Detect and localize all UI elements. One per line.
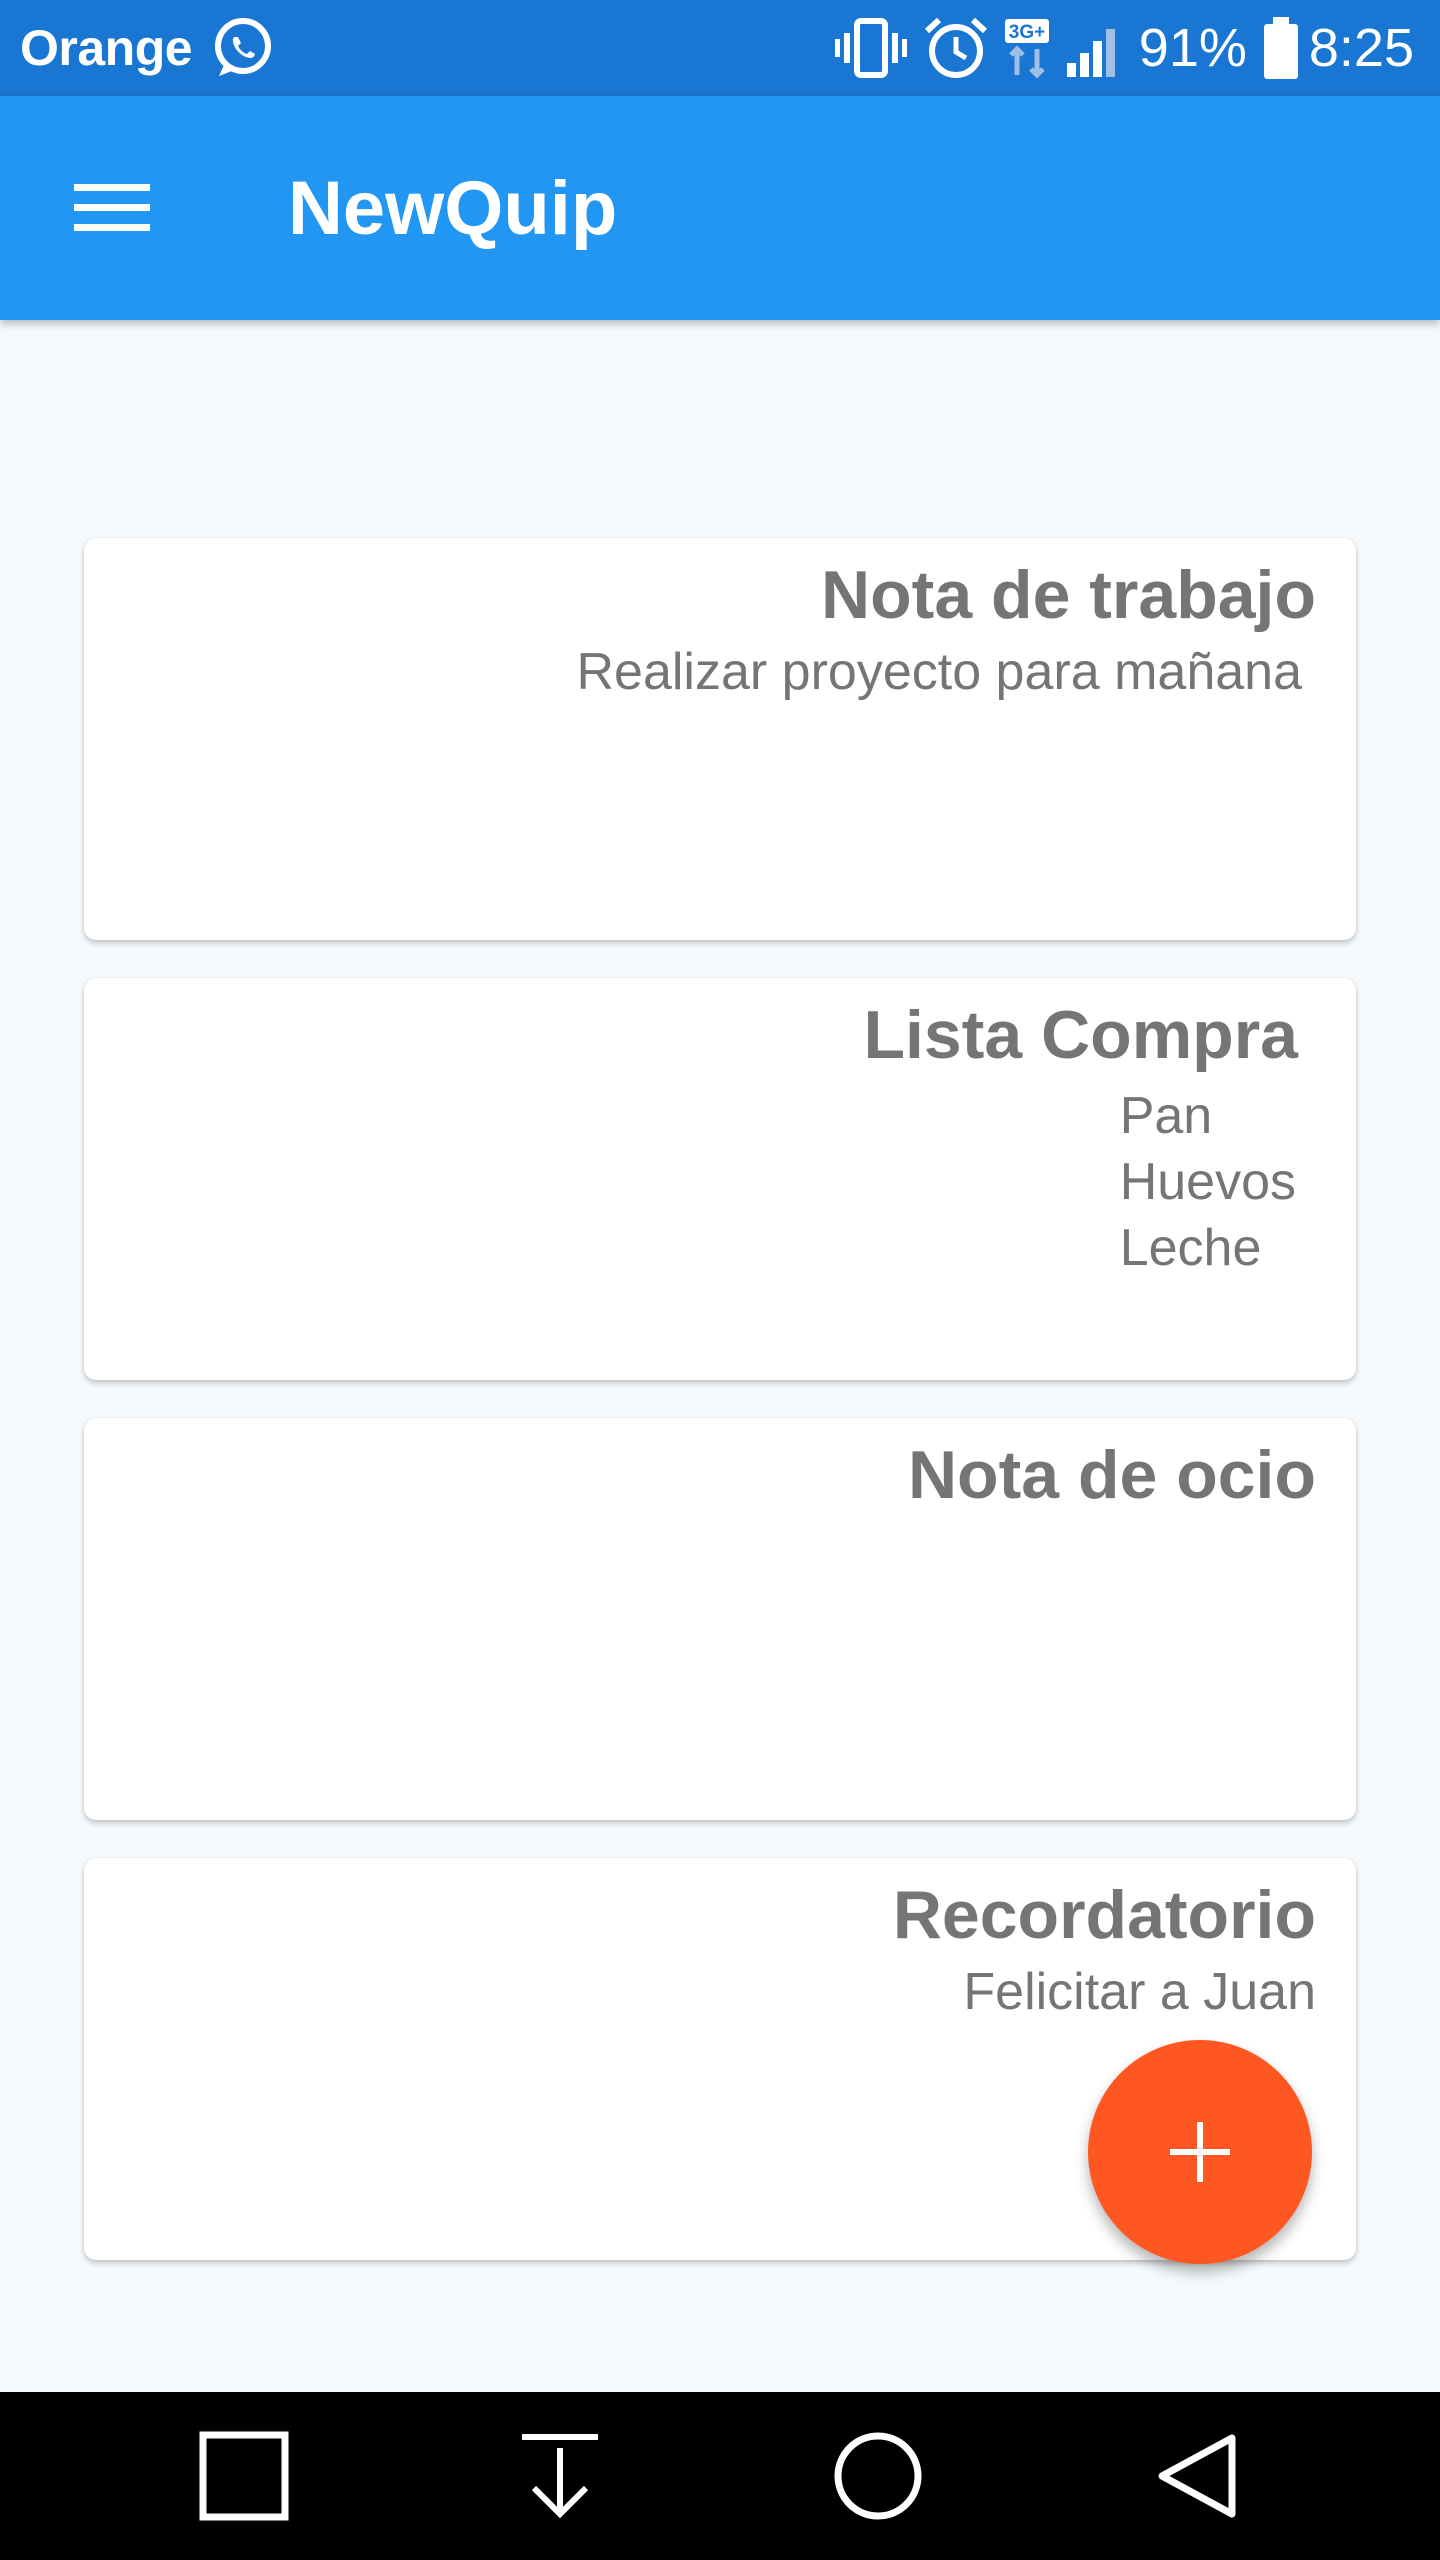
note-title: Lista Compra — [863, 997, 1298, 1073]
recent-apps-button[interactable] — [194, 2426, 294, 2526]
add-note-button[interactable] — [1088, 2040, 1312, 2264]
carrier-label: Orange — [20, 20, 193, 76]
recent-apps-icon — [199, 2431, 289, 2521]
shopping-list: Pan Huevos Leche — [1120, 1083, 1296, 1281]
note-body: Realizar proyecto para mañana — [576, 643, 1302, 701]
back-icon — [1158, 2434, 1236, 2518]
back-button[interactable] — [1146, 2426, 1246, 2526]
list-item: Leche — [1119, 1219, 1262, 1277]
menu-button[interactable] — [32, 128, 192, 288]
list-item: Pan — [1119, 1087, 1213, 1145]
list-item: Huevos — [1119, 1153, 1296, 1211]
note-card-work[interactable]: Nota de trabajo Realizar proyecto para m… — [84, 538, 1356, 940]
home-button[interactable] — [828, 2426, 928, 2526]
alarm-icon — [923, 15, 989, 81]
battery-percentage: 91% — [1138, 18, 1247, 78]
home-icon — [834, 2432, 922, 2520]
network-3g-icon: 3G+ — [1003, 15, 1051, 81]
note-card-shopping-list[interactable]: Lista Compra Pan Huevos Leche — [84, 978, 1356, 1380]
note-title: Recordatorio — [892, 1877, 1316, 1953]
notification-pull-button[interactable] — [510, 2426, 610, 2526]
vibrate-icon — [833, 15, 909, 81]
menu-icon — [74, 184, 150, 231]
svg-text:3G+: 3G+ — [1009, 22, 1045, 43]
app-title: NewQuip — [288, 165, 618, 251]
battery-icon — [1261, 15, 1301, 81]
clock: 8:25 — [1308, 18, 1414, 78]
navigation-bar — [0, 2392, 1440, 2560]
note-card-leisure[interactable]: Nota de ocio — [84, 1418, 1356, 1820]
status-bar: Orange 3G+ 91% 8:25 — [0, 0, 1440, 96]
whatsapp-icon — [210, 15, 276, 81]
signal-icon — [1065, 15, 1125, 81]
notification-pull-icon — [522, 2434, 598, 2519]
plus-icon — [1170, 2122, 1230, 2182]
note-title: Nota de trabajo — [821, 557, 1316, 633]
note-body: Felicitar a Juan — [963, 1963, 1316, 2021]
note-title: Nota de ocio — [907, 1437, 1316, 1513]
app-bar: NewQuip — [0, 96, 1440, 320]
